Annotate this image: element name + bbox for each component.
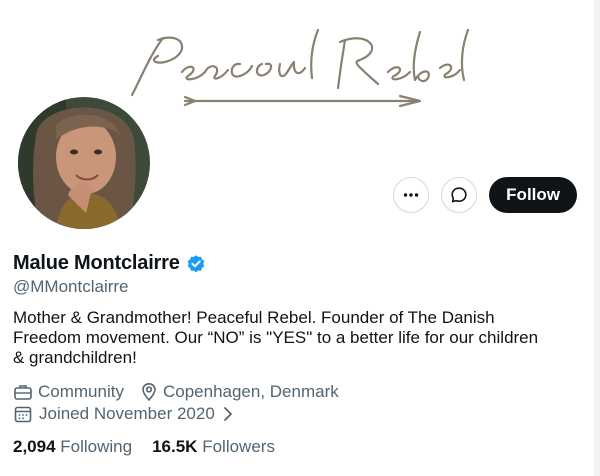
followers-count: 16.5K xyxy=(152,437,198,456)
joined-row[interactable]: Joined November 2020 xyxy=(13,404,235,424)
meta-category: Community xyxy=(13,382,124,402)
followers-label: Followers xyxy=(202,437,275,456)
profile-meta: Community Copenhagen, Denmark xyxy=(13,382,339,402)
chevron-right-icon xyxy=(223,407,232,421)
verified-badge-icon[interactable] xyxy=(186,254,206,274)
following-link[interactable]: 2,094 Following xyxy=(13,437,132,457)
followed-by-row-cutoff xyxy=(60,468,570,476)
profile-handle: @MMontclairre xyxy=(13,277,129,296)
category-text[interactable]: Community xyxy=(38,382,124,402)
joined-text: Joined November 2020 xyxy=(39,404,215,423)
more-horizontal-icon xyxy=(403,193,419,197)
location-pin-icon xyxy=(142,383,156,401)
profile-stats: 2,094 Following 16.5K Followers xyxy=(13,437,275,457)
message-button[interactable] xyxy=(441,177,478,213)
profile-bio: Mother & Grandmother! Peaceful Rebel. Fo… xyxy=(13,308,539,367)
briefcase-icon xyxy=(14,385,32,400)
message-bubble-icon xyxy=(451,187,467,203)
following-count: 2,094 xyxy=(13,437,56,456)
avatar[interactable] xyxy=(16,95,152,231)
profile-actions: Follow xyxy=(393,177,577,213)
calendar-icon xyxy=(14,406,32,423)
following-label: Following xyxy=(60,437,133,456)
followers-link[interactable]: 16.5K Followers xyxy=(152,437,275,457)
more-button[interactable] xyxy=(393,177,430,213)
meta-location: Copenhagen, Denmark xyxy=(140,382,339,402)
location-text: Copenhagen, Denmark xyxy=(162,382,339,401)
profile-name: Malue Montclairre xyxy=(13,252,180,274)
follow-button[interactable]: Follow xyxy=(489,177,577,213)
scrollbar-track[interactable] xyxy=(594,0,600,476)
profile-name-row: Malue Montclairre xyxy=(13,252,206,275)
